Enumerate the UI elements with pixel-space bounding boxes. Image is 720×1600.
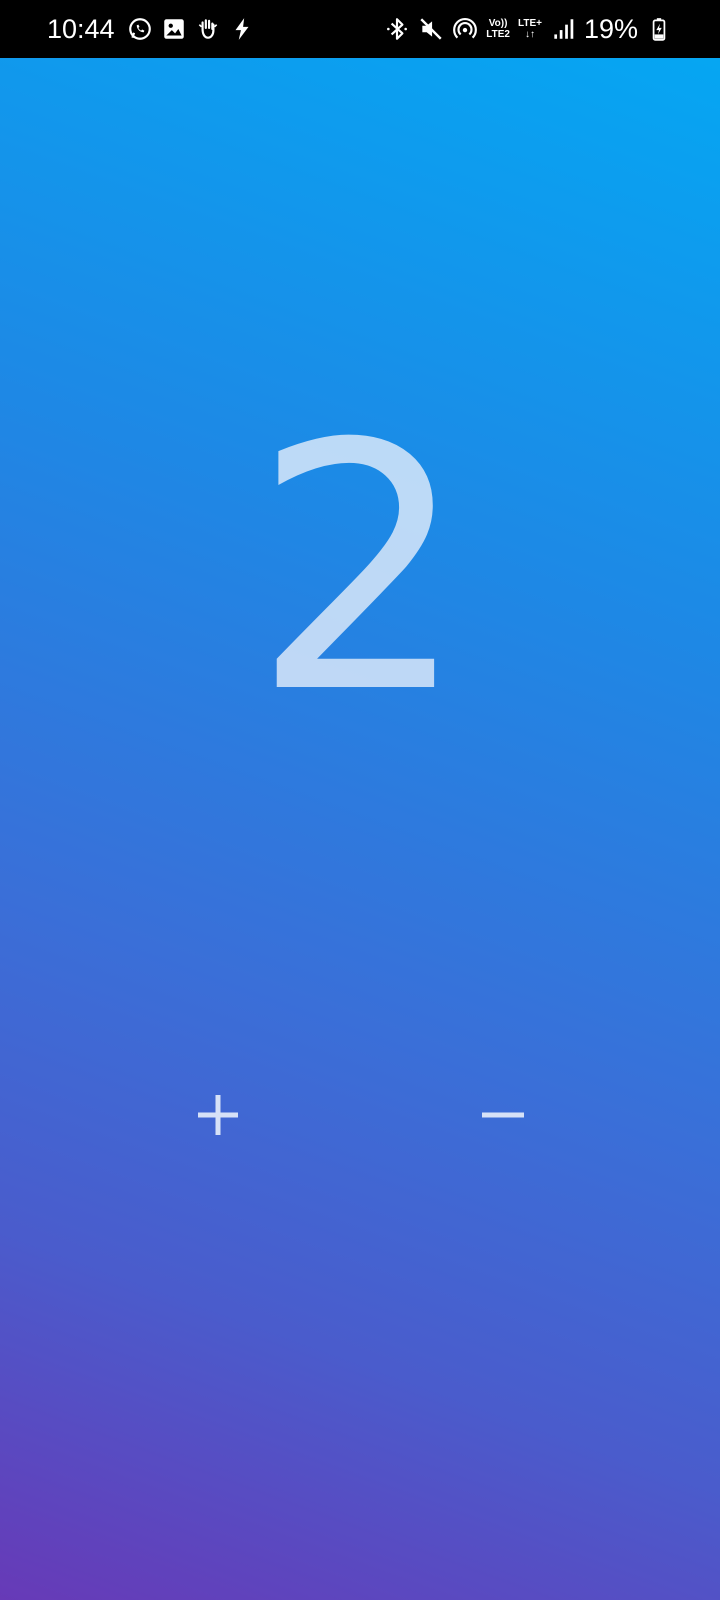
mute-icon	[418, 16, 444, 42]
clock: 10:44	[47, 13, 115, 44]
flash-icon	[229, 16, 255, 42]
volte-top: Vo))	[488, 18, 508, 29]
plus-icon	[193, 1090, 243, 1140]
gallery-icon	[161, 16, 187, 42]
increment-button[interactable]	[178, 1075, 258, 1155]
minus-icon	[478, 1090, 528, 1140]
battery-percent: 19%	[583, 13, 638, 44]
bluetooth-icon	[384, 16, 410, 42]
hotspot-icon	[452, 16, 478, 42]
lte-text: LTE+	[517, 18, 542, 29]
status-bar: 10:44 Vo)) LTE2 LTE+ ↓↑ 19%	[0, 0, 720, 58]
battery-charging-icon	[646, 16, 672, 42]
volte-label: Vo)) LTE2	[486, 18, 510, 40]
status-right: Vo)) LTE2 LTE+ ↓↑ 19%	[384, 0, 672, 58]
app-screen: 10:44 Vo)) LTE2 LTE+ ↓↑ 19% 2	[0, 0, 720, 1600]
signal-icon	[550, 16, 576, 42]
decrement-button[interactable]	[463, 1075, 543, 1155]
counter-value: 2	[251, 372, 469, 768]
whatsapp-icon	[127, 16, 153, 42]
lte-label: LTE+ ↓↑	[518, 18, 542, 40]
data-arrows-icon: ↓↑	[524, 29, 535, 40]
volte-bottom: LTE2	[486, 29, 510, 40]
hand-icon	[195, 16, 221, 42]
status-left: 10:44	[47, 0, 255, 58]
